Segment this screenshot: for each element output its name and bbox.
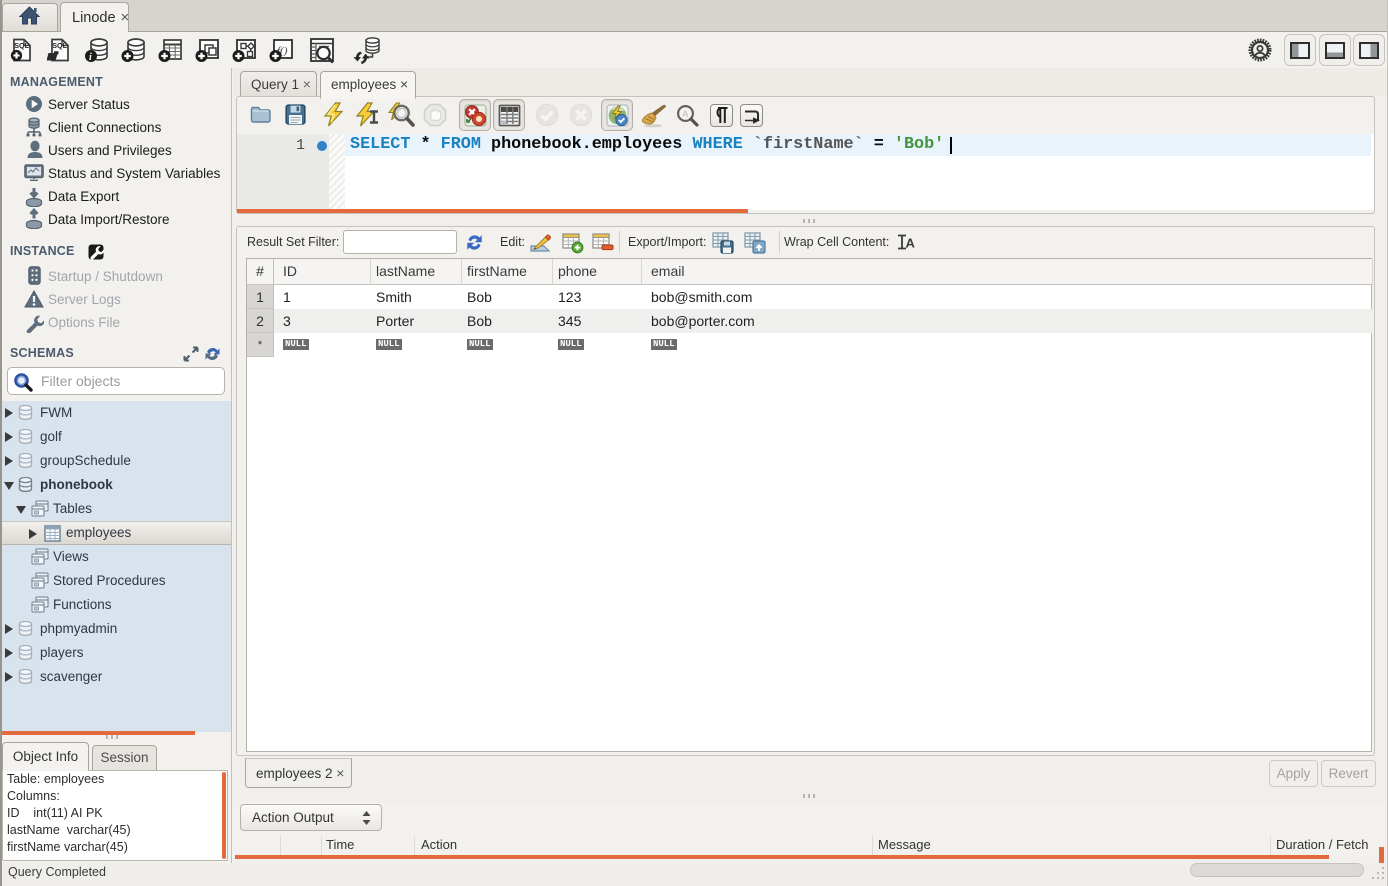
svg-text:i: i [89,52,92,63]
svg-text:A: A [682,109,688,119]
svg-text:SQL: SQL [52,41,67,50]
svg-text:A: A [906,236,916,251]
svg-text:SQL: SQL [14,41,29,50]
